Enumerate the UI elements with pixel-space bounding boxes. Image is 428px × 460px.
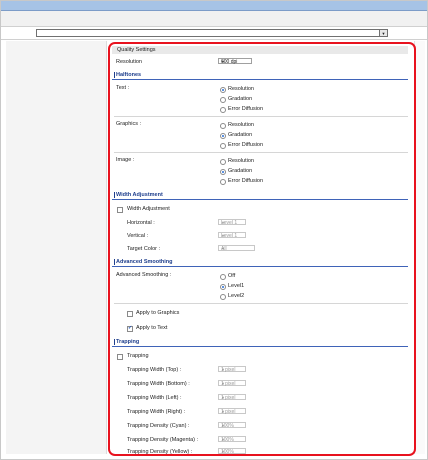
text-resolution-label: Resolution bbox=[228, 86, 254, 92]
quality-settings-title: Quality Settings bbox=[117, 47, 156, 53]
settings-panel: Quality Settings Resolution 600 dpi ▼ Ha… bbox=[108, 42, 416, 456]
chevron-down-icon: ▼ bbox=[221, 367, 225, 372]
smoothing-off-label: Off bbox=[228, 273, 236, 279]
smoothing-level2-radio[interactable] bbox=[220, 294, 226, 300]
halftones-header: Halftones bbox=[112, 71, 408, 80]
trapping-width-bottom-select[interactable]: 1 pixel ▼ bbox=[218, 380, 246, 387]
apply-to-graphics-label: Apply to Graphics bbox=[136, 310, 180, 316]
divider bbox=[114, 116, 408, 117]
text-error-diffusion-label: Error Diffusion bbox=[228, 106, 264, 112]
combo-dropdown-icon[interactable]: ▼ bbox=[379, 30, 387, 36]
advanced-smoothing-header: Advanced Smoothing bbox=[112, 258, 408, 267]
chevron-down-icon: ▼ bbox=[221, 381, 225, 386]
title-bar bbox=[1, 1, 427, 11]
image-gradation-radio[interactable] bbox=[220, 169, 226, 175]
vertical-label: Vertical : bbox=[127, 233, 149, 239]
trapping-width-left-select[interactable]: 1 pixel ▼ bbox=[218, 394, 246, 401]
image-resolution-radio[interactable] bbox=[220, 159, 226, 165]
horizontal-label: Horizontal : bbox=[127, 220, 155, 226]
advanced-smoothing-label: Advanced Smoothing : bbox=[116, 272, 172, 278]
graphics-gradation-radio[interactable] bbox=[220, 133, 226, 139]
resolution-label: Resolution bbox=[116, 59, 142, 65]
trapping-width-left-label: Trapping Width (Left) : bbox=[127, 395, 182, 401]
smoothing-off-radio[interactable] bbox=[220, 274, 226, 280]
target-color-select[interactable]: All ▼ bbox=[218, 245, 255, 252]
smoothing-level1-label: Level1 bbox=[228, 283, 245, 289]
left-pane bbox=[6, 41, 107, 454]
trapping-checkbox[interactable] bbox=[117, 354, 123, 360]
trapping-density-cyan-select[interactable]: 100% ▼ bbox=[218, 422, 246, 429]
divider bbox=[1, 39, 427, 40]
text-error-diffusion-radio[interactable] bbox=[220, 107, 226, 113]
chevron-down-icon: ▼ bbox=[221, 437, 225, 442]
apply-to-text-checkbox[interactable] bbox=[127, 325, 133, 332]
chevron-down-icon: ▼ bbox=[221, 449, 225, 454]
graphics-resolution-radio[interactable] bbox=[220, 123, 226, 129]
vertical-select[interactable]: Level 1 ▼ bbox=[218, 232, 246, 239]
width-adjustment-check-label: Width Adjustment bbox=[127, 206, 170, 212]
width-adjustment-header: Width Adjustment bbox=[112, 191, 408, 200]
graphics-error-diffusion-radio[interactable] bbox=[220, 143, 226, 149]
trapping-density-yellow-select[interactable]: 100% ▼ bbox=[218, 448, 246, 454]
graphics-resolution-label: Resolution bbox=[228, 122, 254, 128]
advanced-smoothing-title: Advanced Smoothing bbox=[116, 259, 173, 265]
text-resolution-radio[interactable] bbox=[220, 87, 226, 93]
text-gradation-label: Gradation bbox=[228, 96, 253, 102]
graphics-gradation-label: Gradation bbox=[228, 132, 253, 138]
apply-to-text-label: Apply to Text bbox=[136, 325, 168, 331]
image-error-diffusion-radio[interactable] bbox=[220, 179, 226, 185]
chevron-down-icon: ▼ bbox=[221, 409, 225, 414]
toolbar bbox=[1, 11, 427, 27]
chevron-down-icon: ▼ bbox=[221, 395, 225, 400]
resolution-select[interactable]: 600 dpi ▼ bbox=[218, 58, 252, 65]
divider bbox=[114, 152, 408, 153]
trapping-width-top-select[interactable]: 1 pixel ▼ bbox=[218, 366, 246, 373]
smoothing-level2-label: Level2 bbox=[228, 293, 245, 299]
chevron-down-icon: ▼ bbox=[221, 233, 225, 238]
trapping-width-top-label: Trapping Width (Top) : bbox=[127, 367, 182, 373]
chevron-down-icon: ▼ bbox=[221, 59, 225, 64]
trapping-density-magenta-select[interactable]: 100% ▼ bbox=[218, 436, 246, 443]
divider bbox=[114, 303, 408, 304]
halftones-title: Halftones bbox=[116, 72, 142, 78]
graphics-error-diffusion-label: Error Diffusion bbox=[228, 142, 264, 148]
target-color-label: Target Color : bbox=[127, 246, 161, 252]
image-gradation-label: Gradation bbox=[228, 168, 253, 174]
chevron-down-icon: ▼ bbox=[221, 246, 225, 251]
image-resolution-label: Resolution bbox=[228, 158, 254, 164]
text-gradation-radio[interactable] bbox=[220, 97, 226, 103]
trapping-width-right-label: Trapping Width (Right) : bbox=[127, 409, 186, 415]
width-adjustment-title: Width Adjustment bbox=[116, 192, 163, 198]
smoothing-level1-radio[interactable] bbox=[220, 284, 226, 290]
trapping-check-label: Trapping bbox=[127, 353, 149, 359]
trapping-density-cyan-label: Trapping Density (Cyan) : bbox=[127, 423, 190, 429]
chevron-down-icon: ▼ bbox=[221, 220, 225, 225]
trapping-density-magenta-label: Trapping Density (Magenta) : bbox=[127, 437, 199, 443]
chevron-down-icon: ▼ bbox=[221, 423, 225, 428]
quality-settings-header: Quality Settings bbox=[112, 46, 408, 54]
settings-combo[interactable]: ▼ bbox=[36, 29, 388, 37]
trapping-width-bottom-label: Trapping Width (Bottom) : bbox=[127, 381, 190, 387]
width-adjustment-checkbox[interactable] bbox=[117, 207, 123, 213]
trapping-width-right-select[interactable]: 1 pixel ▼ bbox=[218, 408, 246, 415]
apply-to-graphics-checkbox[interactable] bbox=[127, 311, 133, 317]
image-halftone-label: Image : bbox=[116, 157, 135, 163]
trapping-header: Trapping bbox=[112, 338, 408, 347]
trapping-density-yellow-label: Trapping Density (Yellow) : bbox=[127, 449, 193, 455]
text-halftone-label: Text : bbox=[116, 85, 130, 91]
horizontal-select[interactable]: Level 1 ▼ bbox=[218, 219, 246, 226]
image-error-diffusion-label: Error Diffusion bbox=[228, 178, 264, 184]
trapping-title: Trapping bbox=[116, 339, 140, 345]
graphics-halftone-label: Graphics : bbox=[116, 121, 142, 127]
